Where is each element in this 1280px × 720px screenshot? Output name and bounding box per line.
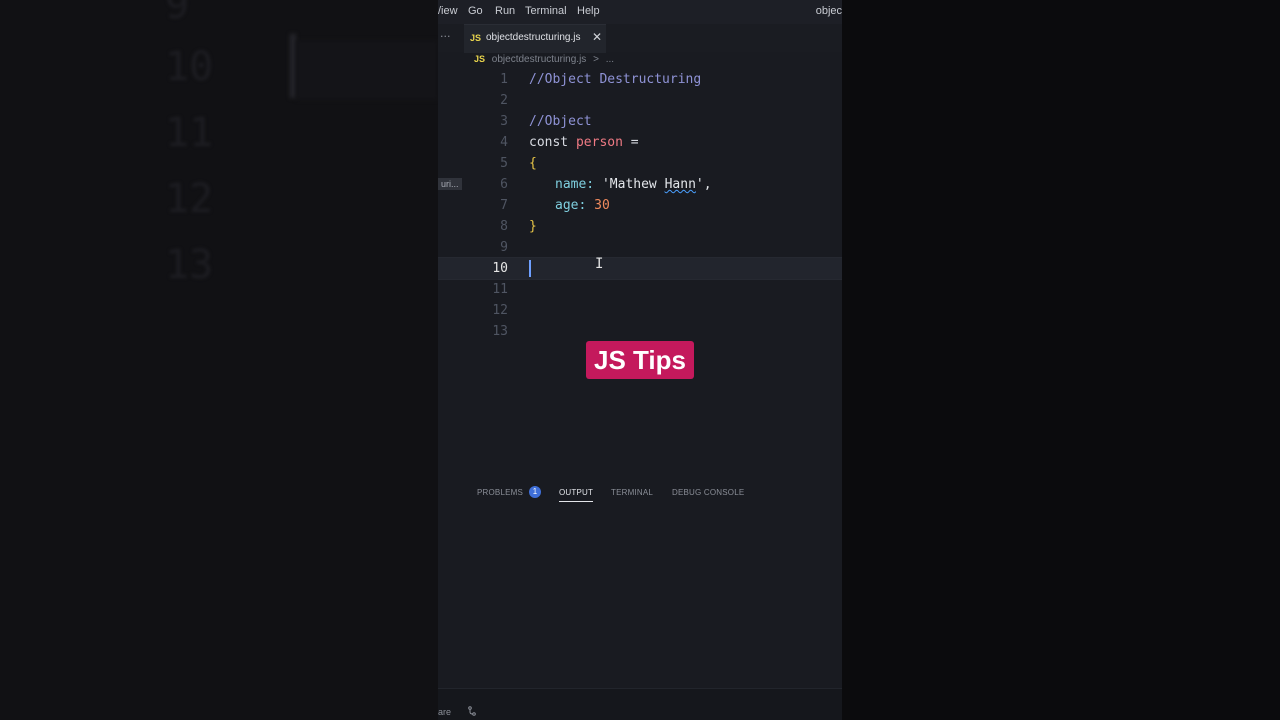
number-value: 30: [594, 198, 610, 213]
code-line: 1 //Object Destructuring: [438, 69, 842, 90]
tab-bar: ··· JS objectdestructuring.js ✕: [438, 24, 842, 53]
line-number: 3: [500, 114, 508, 129]
tab-label: objectdestructuring.js: [486, 32, 581, 43]
code-text: name: 'Mathew Hann',: [555, 177, 712, 192]
code-comment: //Object: [529, 114, 592, 129]
line-number: 10: [492, 261, 508, 276]
text-caret: [529, 260, 531, 277]
close-icon[interactable]: ✕: [592, 30, 602, 44]
spelling-warning[interactable]: Hann: [665, 177, 696, 192]
line-number: 12: [492, 303, 508, 318]
javascript-file-icon: JS: [470, 33, 482, 43]
ghost-highlight: [296, 40, 438, 100]
line-number: 6: [500, 177, 508, 192]
breadcrumb: JS objectdestructuring.js > ...: [474, 54, 614, 65]
property-age: age:: [555, 198, 587, 213]
status-item[interactable]: are: [438, 707, 451, 717]
menu-help[interactable]: Help: [577, 5, 600, 17]
panel-tabs: PROBLEMS 1 OUTPUT TERMINAL DEBUG CONSOLE: [438, 482, 842, 502]
code-line: 9: [438, 237, 842, 258]
problems-count-badge: 1: [529, 486, 541, 498]
string-open: 'Mathew: [601, 177, 665, 192]
string-close: ',: [695, 177, 712, 192]
code-line: 7 age: 30: [438, 195, 842, 216]
property-name: name:: [555, 177, 595, 192]
open-brace: {: [529, 156, 537, 171]
ghost-line-number: 10: [165, 44, 214, 90]
line-number: 7: [500, 198, 508, 213]
code-line: 2: [438, 90, 842, 111]
tab-terminal[interactable]: TERMINAL: [611, 488, 653, 497]
tab-output[interactable]: OUTPUT: [559, 488, 594, 502]
line-number: 9: [500, 240, 508, 255]
chevron-right-icon: >: [593, 54, 599, 65]
code-text: const person =: [529, 135, 639, 150]
operator-assign: =: [630, 135, 639, 150]
javascript-file-icon: JS: [474, 54, 486, 64]
more-actions-icon[interactable]: ···: [440, 30, 451, 43]
ghost-line-number: 12: [165, 176, 214, 222]
menu-terminal[interactable]: Terminal: [525, 5, 567, 17]
background-left: 9 10 11 12 13: [0, 0, 438, 720]
code-line: 13: [438, 321, 842, 342]
variable-person: person: [575, 135, 623, 150]
line-number: 4: [500, 135, 508, 150]
text-cursor-icon: I: [595, 256, 604, 272]
breadcrumb-symbol[interactable]: ...: [606, 54, 614, 65]
code-line: 5 {: [438, 153, 842, 174]
editor-window: /iew Go Run Terminal Help objec ··· JS o…: [438, 0, 842, 720]
js-tips-badge: JS Tips: [586, 341, 694, 379]
tab-debug-console[interactable]: DEBUG CONSOLE: [672, 488, 744, 497]
code-line: 6 name: 'Mathew Hann',: [438, 174, 842, 195]
ghost-line-number: 9: [165, 0, 190, 28]
menu-run[interactable]: Run: [495, 5, 515, 17]
code-line: 8 }: [438, 216, 842, 237]
menu-go[interactable]: Go: [468, 5, 483, 17]
line-number: 5: [500, 156, 508, 171]
code-line: 12: [438, 300, 842, 321]
window-title: objec: [815, 5, 842, 17]
close-brace: }: [529, 219, 537, 234]
code-text: age: 30: [555, 198, 610, 213]
tab-objectdestructuring[interactable]: JS objectdestructuring.js ✕: [464, 24, 606, 53]
code-line: 3 //Object: [438, 111, 842, 132]
menu-view[interactable]: /iew: [438, 5, 458, 17]
keyword-const: const: [529, 135, 569, 150]
js-tips-label: JS Tips: [593, 345, 686, 375]
line-number: 2: [500, 93, 508, 108]
background-right: [842, 0, 1280, 720]
menu-bar: /iew Go Run Terminal Help objec: [438, 0, 842, 24]
ghost-line-number: 13: [165, 242, 214, 288]
branch-icon[interactable]: [468, 706, 476, 718]
code-line: 4 const person =: [438, 132, 842, 153]
line-number: 13: [492, 324, 508, 339]
ghost-line-number: 11: [165, 110, 214, 156]
tab-problems[interactable]: PROBLEMS: [477, 488, 523, 497]
code-line: 11: [438, 279, 842, 300]
current-line[interactable]: 10: [438, 257, 842, 280]
line-number: 8: [500, 219, 508, 234]
line-number: 1: [500, 72, 508, 87]
line-number: 11: [492, 282, 508, 297]
status-bar: are: [438, 688, 842, 720]
breadcrumb-file[interactable]: objectdestructuring.js: [492, 54, 587, 65]
code-comment: //Object Destructuring: [529, 72, 702, 87]
